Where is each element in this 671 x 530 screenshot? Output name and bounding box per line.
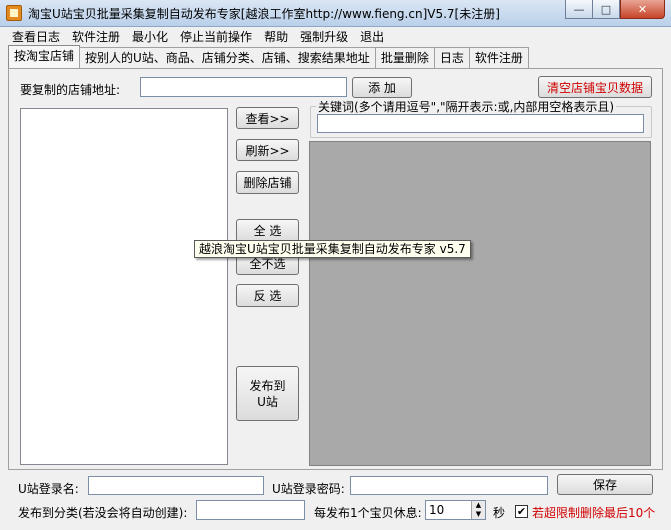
shop-url-label: 要复制的店铺地址: [20, 83, 121, 97]
rest-interval-value[interactable]: 10 [426, 501, 471, 519]
menu-minimize[interactable]: 最小化 [126, 27, 174, 47]
refresh-button[interactable]: 刷新>> [236, 139, 299, 161]
menu-register[interactable]: 软件注册 [66, 27, 126, 47]
tab-register[interactable]: 软件注册 [468, 47, 529, 68]
category-input[interactable] [196, 500, 305, 520]
login-name-label: U站登录名: [18, 482, 79, 496]
overlimit-checkbox[interactable]: ✔ [515, 505, 528, 518]
publish-button[interactable]: 发布到 U站 [236, 366, 299, 421]
keyword-label: 关键词(多个请用逗号","隔开表示:或,内部用空格表示且) [316, 98, 617, 115]
check-icon: ✔ [516, 505, 527, 518]
app-icon [6, 5, 22, 21]
maximize-button[interactable]: □ [592, 0, 620, 19]
menu-help[interactable]: 帮助 [258, 27, 294, 47]
save-button[interactable]: 保存 [557, 474, 653, 495]
menu-view-log[interactable]: 查看日志 [6, 27, 66, 47]
stepper-down-icon[interactable]: ▼ [472, 510, 485, 519]
item-results-area[interactable] [309, 141, 651, 466]
rest-interval-stepper[interactable]: 10 ▲ ▼ [425, 500, 486, 520]
invert-selection-button[interactable]: 反 选 [236, 284, 299, 307]
shop-url-input[interactable] [140, 77, 347, 97]
tab-by-shop[interactable]: 按淘宝店铺 [8, 45, 81, 68]
window-title: 淘宝U站宝贝批量采集复制自动发布专家[越浪工作室http://www.fieng… [28, 7, 500, 21]
tab-by-others[interactable]: 按别人的U站、商品、店铺分类、店铺、搜索结果地址 [79, 47, 376, 68]
stepper-up-icon[interactable]: ▲ [472, 501, 485, 510]
add-button[interactable]: 添 加 [352, 77, 412, 98]
tab-batch-delete[interactable]: 批量删除 [374, 47, 435, 68]
menu-force-upgrade[interactable]: 强制升级 [294, 27, 354, 47]
menu-exit[interactable]: 退出 [354, 27, 390, 47]
tab-strip: 按淘宝店铺 按别人的U站、商品、店铺分类、店铺、搜索结果地址 批量删除 日志 软… [8, 45, 529, 68]
login-name-input[interactable] [88, 476, 264, 495]
stepper-buttons[interactable]: ▲ ▼ [471, 501, 485, 519]
delete-shop-button[interactable]: 删除店铺 [236, 171, 299, 194]
tab-log[interactable]: 日志 [433, 47, 470, 68]
view-button[interactable]: 查看>> [236, 107, 299, 129]
clear-shop-data-button[interactable]: 清空店铺宝贝数据 [538, 76, 652, 98]
shop-list[interactable] [20, 108, 228, 465]
menu-stop[interactable]: 停止当前操作 [174, 27, 258, 47]
category-label: 发布到分类(若没会将自动创建): [18, 506, 188, 520]
menu-bar: 查看日志 软件注册 最小化 停止当前操作 帮助 强制升级 退出 [0, 27, 671, 47]
password-label: U站登录密码: [272, 482, 345, 496]
password-input[interactable] [350, 476, 548, 495]
minimize-button[interactable]: — [565, 0, 593, 19]
select-all-button[interactable]: 全 选 [236, 219, 299, 242]
rest-interval-label: 每发布1个宝贝休息: [314, 506, 422, 520]
app-tooltip: 越浪淘宝U站宝贝批量采集复制自动发布专家 v5.7 [194, 240, 471, 258]
close-button[interactable]: ✕ [620, 0, 665, 19]
overlimit-label: 若超限制删除最后10个 [532, 506, 656, 520]
keyword-input[interactable] [317, 114, 644, 133]
seconds-unit: 秒 [493, 506, 506, 520]
